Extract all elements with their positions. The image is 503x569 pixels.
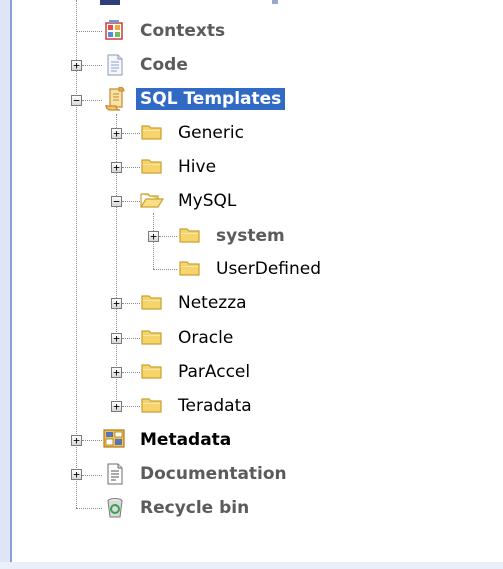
tree-item-label: SQL Templates xyxy=(136,88,286,110)
folder-icon xyxy=(179,225,201,247)
folder-icon xyxy=(141,361,163,383)
tree-item-label: Recycle bin xyxy=(140,498,250,518)
expand-button[interactable]: + xyxy=(71,60,82,71)
contexts-icon xyxy=(103,20,125,42)
open-folder-icon xyxy=(140,190,165,212)
expand-button[interactable]: + xyxy=(111,162,122,173)
expand-button[interactable]: + xyxy=(71,469,82,480)
sql-templates-icon xyxy=(104,86,126,111)
folder-icon xyxy=(141,122,163,144)
expand-button[interactable]: + xyxy=(111,401,122,412)
folder-icon xyxy=(141,395,163,417)
tree-item-label: Teradata xyxy=(178,396,252,416)
tree-item-label: Contexts xyxy=(140,21,226,41)
code-icon xyxy=(104,54,126,76)
tree-item-label: MySQL xyxy=(178,191,237,211)
expand-button[interactable]: + xyxy=(111,298,122,309)
expand-button[interactable]: + xyxy=(71,435,82,446)
expand-button[interactable]: + xyxy=(148,231,159,242)
tree-item-label: Hive xyxy=(178,157,217,177)
tree-item-label: Generic xyxy=(178,123,244,143)
tree-item-label: Oracle xyxy=(178,328,234,348)
tree-item-label: Metadata xyxy=(140,430,232,450)
folder-icon xyxy=(141,292,163,314)
documentation-icon xyxy=(104,463,126,485)
repository-tree: Contexts + Code − SQL Templates + Generi… xyxy=(0,0,503,569)
collapse-button[interactable]: − xyxy=(111,196,122,207)
tree-item-label: Code xyxy=(140,55,188,75)
expand-button[interactable]: + xyxy=(111,333,122,344)
metadata-icon xyxy=(103,428,125,450)
recycle-bin-icon xyxy=(104,497,126,519)
tree-item-label: Documentation xyxy=(140,464,287,484)
tree-item-label: UserDefined xyxy=(216,259,322,279)
folder-icon xyxy=(141,327,163,349)
tree-item-label: Netezza xyxy=(178,293,247,313)
expand-button[interactable]: + xyxy=(111,367,122,378)
expand-button[interactable]: + xyxy=(111,128,122,139)
collapse-button[interactable]: − xyxy=(71,95,82,106)
tree-item-label: system xyxy=(216,226,285,246)
tree-guide-root xyxy=(76,0,77,508)
tree-item-label: ParAccel xyxy=(178,362,251,382)
folder-icon xyxy=(179,258,201,280)
folder-icon xyxy=(141,156,163,178)
tree-guide-sql xyxy=(116,114,117,406)
